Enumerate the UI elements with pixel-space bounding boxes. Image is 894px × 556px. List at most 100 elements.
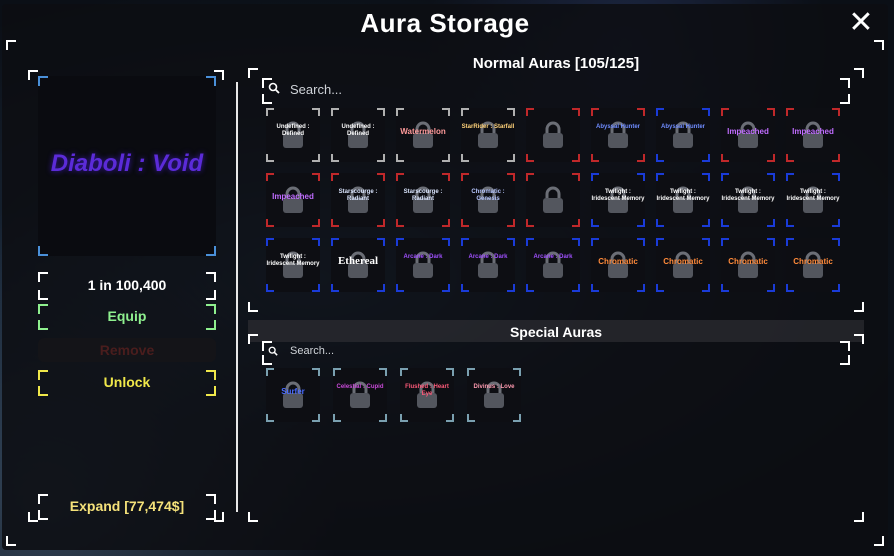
search-corner xyxy=(840,78,850,88)
aura-slot[interactable]: Flushed : Heart Eye xyxy=(400,368,454,422)
preview-corner xyxy=(38,246,48,256)
slot-corner xyxy=(312,238,320,246)
slot-corner xyxy=(467,368,475,376)
aura-slot-label: Twilight : Iridescent Memory xyxy=(656,189,710,202)
panel-corner xyxy=(248,512,258,522)
slot-corner xyxy=(312,173,320,181)
slot-corner xyxy=(379,414,387,422)
aura-slot[interactable]: Twilight : Iridescent Memory xyxy=(721,173,775,227)
aura-slot[interactable]: Arcane : Dark xyxy=(526,238,580,292)
slot-corner xyxy=(656,154,664,162)
aura-slot-label: Surfer xyxy=(281,387,305,396)
aura-slot[interactable]: Watermelon xyxy=(396,108,450,162)
slot-corner xyxy=(461,173,469,181)
slot-corner xyxy=(442,219,450,227)
preview-corner xyxy=(206,76,216,86)
box-corner xyxy=(38,290,48,300)
aura-slot-label: Watermelon xyxy=(400,127,446,136)
aura-slot[interactable]: Chromatic xyxy=(721,238,775,292)
slot-corner xyxy=(507,108,515,116)
aura-slot-label: Impeached xyxy=(272,192,314,201)
slot-corner xyxy=(396,154,404,162)
slot-corner xyxy=(467,414,475,422)
lock-icon xyxy=(543,121,563,148)
normal-search-input[interactable]: Search... xyxy=(262,78,850,104)
aura-slot[interactable]: Abyssal Hunter xyxy=(591,108,645,162)
slot-corner xyxy=(832,154,840,162)
aura-slot[interactable]: Starscourge : Radiant xyxy=(396,173,450,227)
aura-slot[interactable]: Twilight : Iridescent Memory xyxy=(266,238,320,292)
expand-button[interactable]: Expand [77,474$] xyxy=(38,494,216,518)
aura-slot[interactable]: Celestial : Cupid xyxy=(333,368,387,422)
slot-corner xyxy=(507,219,515,227)
slot-corner xyxy=(832,284,840,292)
aura-slot[interactable]: Twilight : Iridescent Memory xyxy=(786,173,840,227)
selected-aura-name: Diaboli : Void xyxy=(50,150,204,177)
special-search-input[interactable]: Search... xyxy=(262,341,850,365)
slot-corner xyxy=(461,154,469,162)
aura-slot[interactable]: Chromatic xyxy=(786,238,840,292)
slot-corner xyxy=(721,154,729,162)
aura-slot-label: Arcane : Dark xyxy=(533,254,573,260)
aura-slot[interactable]: Starscourge : Radiant xyxy=(331,173,385,227)
slot-corner xyxy=(637,219,645,227)
aura-slot[interactable]: Divinus : Love xyxy=(467,368,521,422)
aura-slot[interactable]: Undefined : Defined xyxy=(266,108,320,162)
slot-corner xyxy=(702,108,710,116)
aura-slot[interactable]: Undefined : Defined xyxy=(331,108,385,162)
aura-slot[interactable]: Impeached xyxy=(721,108,775,162)
aura-slot[interactable] xyxy=(526,173,580,227)
aura-preview: Diaboli : Void xyxy=(38,76,216,256)
aura-slot-label: Starscourge : Radiant xyxy=(403,189,443,202)
slot-corner xyxy=(721,108,729,116)
aura-slot[interactable]: Twilight : Iridescent Memory xyxy=(591,173,645,227)
slot-corner xyxy=(656,219,664,227)
remove-button[interactable]: Remove xyxy=(38,338,216,362)
slot-corner xyxy=(637,173,645,181)
slot-corner xyxy=(637,238,645,246)
aura-slot-label: Abyssal Hunter xyxy=(660,124,705,130)
slot-corner xyxy=(396,284,404,292)
normal-auras-panel: Search... Undefined : Defined Undefined :… xyxy=(248,68,864,312)
slot-corner xyxy=(526,108,534,116)
aura-slot[interactable]: Ethereal xyxy=(331,238,385,292)
aura-slot[interactable]: Arcane : Dark xyxy=(461,238,515,292)
unlock-button[interactable]: Unlock xyxy=(38,370,216,394)
slot-corner xyxy=(331,154,339,162)
aura-slot[interactable]: Chromatic xyxy=(591,238,645,292)
aura-slot[interactable]: Abyssal Hunter xyxy=(656,108,710,162)
aura-slot[interactable]: Impeached xyxy=(786,108,840,162)
box-corner xyxy=(206,510,216,520)
aura-slot[interactable]: StarRider : Starfall xyxy=(461,108,515,162)
aura-slot[interactable]: Chromatic : Genesis xyxy=(461,173,515,227)
slot-corner xyxy=(312,414,320,422)
aura-slot[interactable]: Surfer xyxy=(266,368,320,422)
slot-corner xyxy=(767,108,775,116)
slot-corner xyxy=(507,238,515,246)
panel-corner xyxy=(248,68,258,78)
slot-corner xyxy=(591,284,599,292)
aura-slot-label: Arcane : Dark xyxy=(468,254,508,260)
slot-corner xyxy=(400,368,408,376)
slot-corner xyxy=(266,108,274,116)
slot-corner xyxy=(312,219,320,227)
slot-corner xyxy=(832,238,840,246)
slot-corner xyxy=(442,154,450,162)
aura-slot-label: Starscourge : Radiant xyxy=(338,189,378,202)
close-icon[interactable]: ✕ xyxy=(846,8,876,38)
aura-slot[interactable]: Impeached xyxy=(266,173,320,227)
slot-corner xyxy=(331,238,339,246)
aura-slot[interactable]: Chromatic xyxy=(656,238,710,292)
slot-corner xyxy=(526,284,534,292)
aura-slot[interactable]: Twilight : Iridescent Memory xyxy=(656,173,710,227)
slot-corner xyxy=(572,284,580,292)
frame-corner xyxy=(6,40,16,50)
slot-corner xyxy=(333,414,341,422)
slot-corner xyxy=(507,284,515,292)
aura-slot[interactable] xyxy=(526,108,580,162)
aura-slot-label: Twilight : Iridescent Memory xyxy=(721,189,775,202)
aura-slot[interactable]: Arcane : Dark xyxy=(396,238,450,292)
slot-corner xyxy=(832,173,840,181)
equip-button[interactable]: Equip xyxy=(38,304,216,328)
slot-corner xyxy=(786,238,794,246)
